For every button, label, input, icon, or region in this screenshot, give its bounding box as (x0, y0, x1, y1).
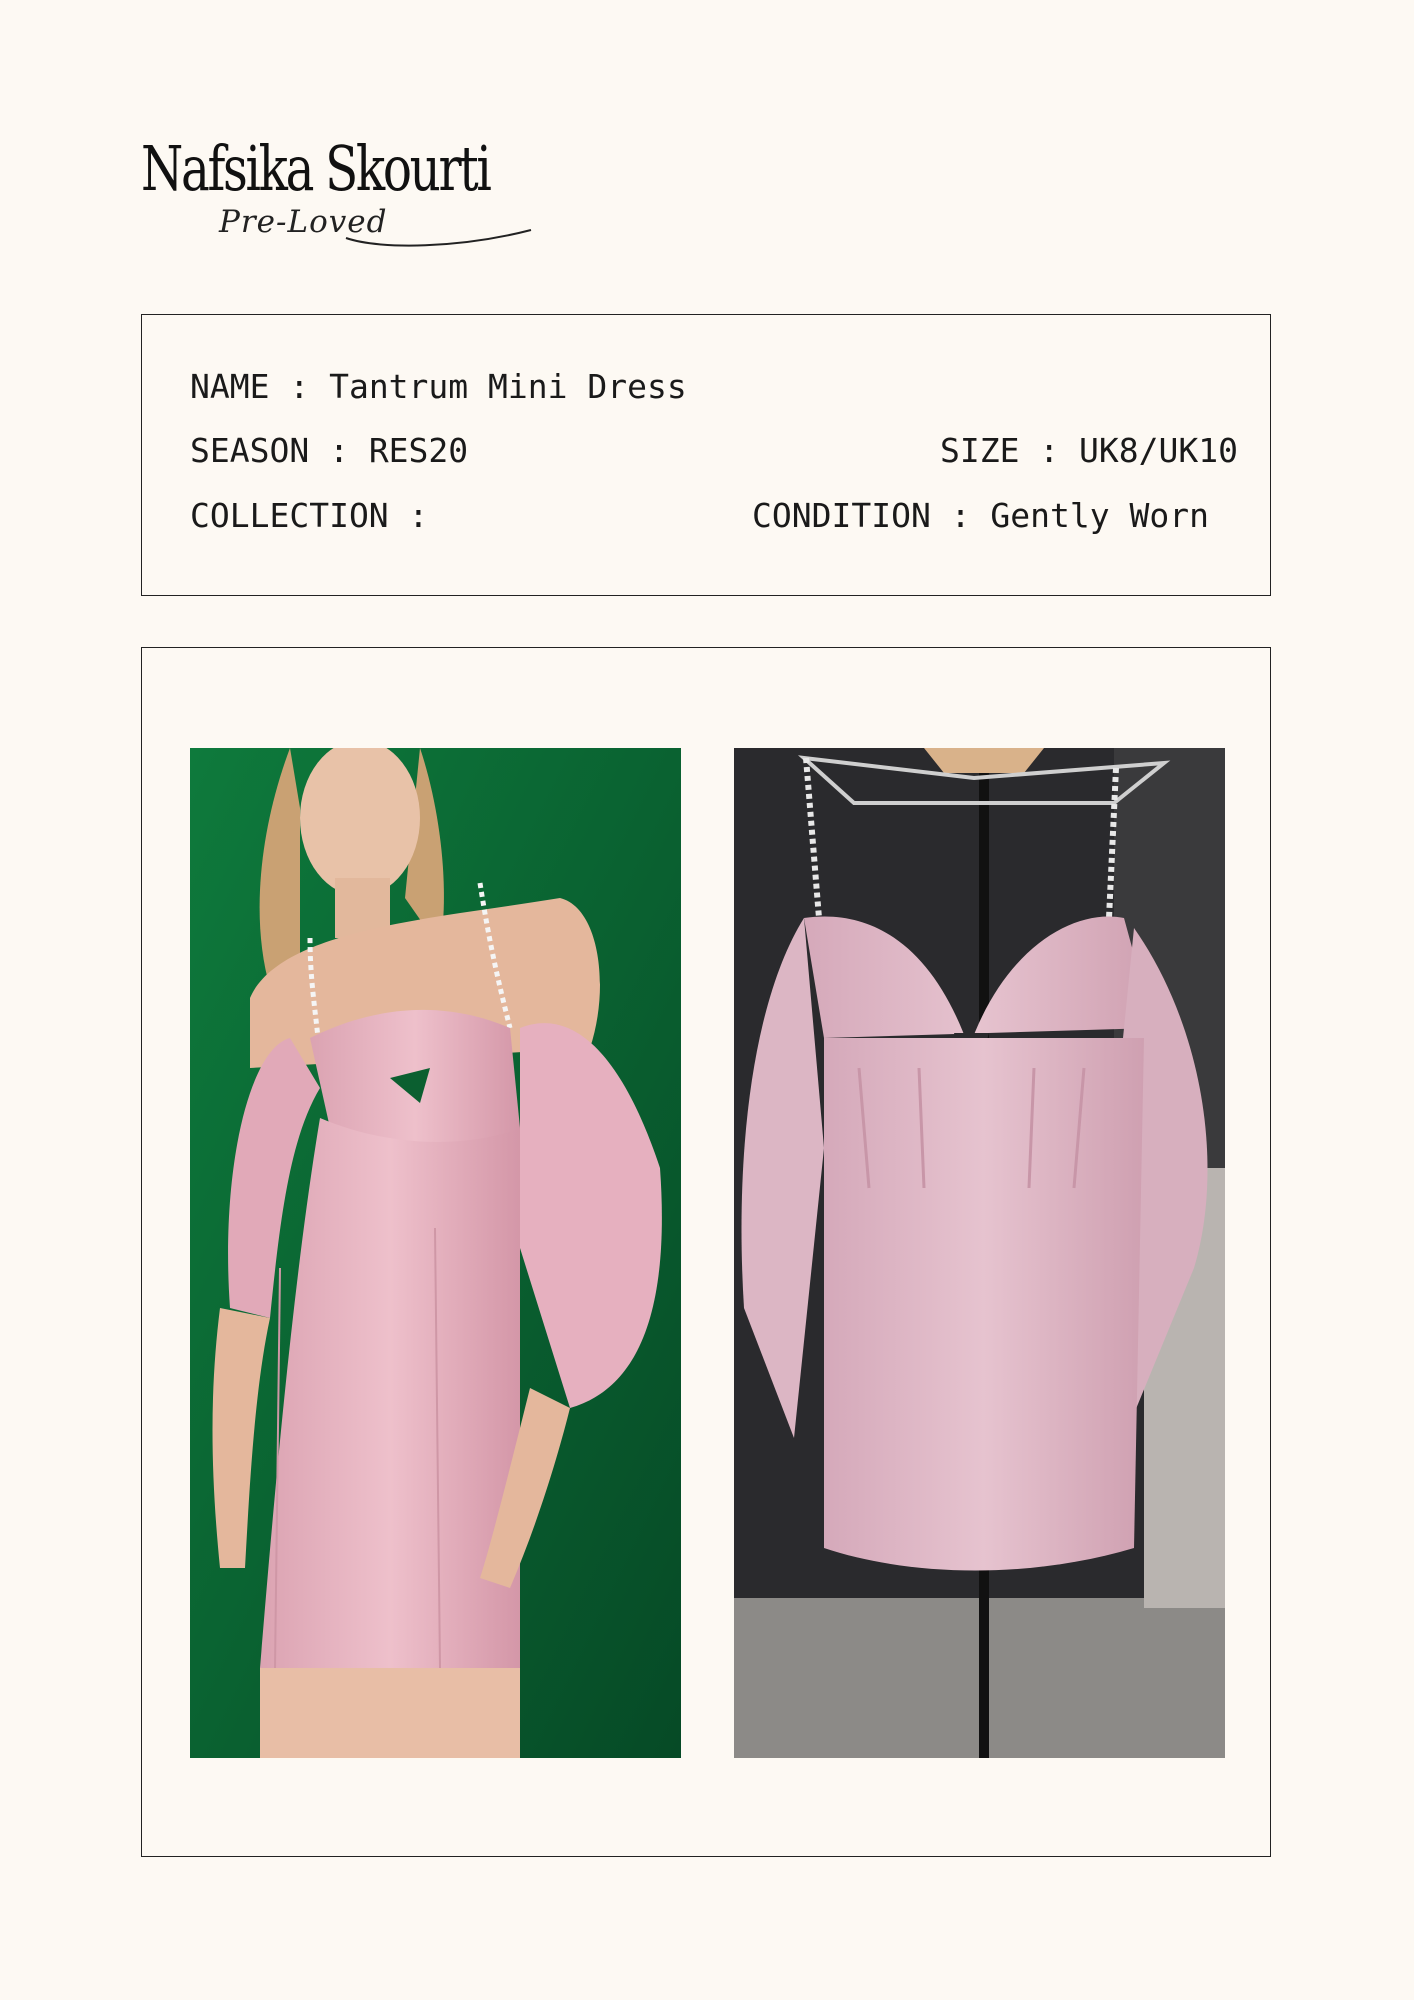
season-value: RES20 (368, 431, 469, 470)
season-label: SEASON : (190, 431, 369, 470)
size-row: SIZE : UK8/UK10 (940, 431, 1238, 470)
brand-logo: Nafsika Skourti Pre-Loved (141, 132, 532, 248)
product-info-box: NAME : Tantrum Mini Dress SEASON : RES20… (141, 314, 1271, 596)
name-label: NAME : (190, 367, 330, 406)
size-label: SIZE : (939, 431, 1080, 470)
brand-name: Nafsika Skourti (141, 132, 492, 205)
size-value: UK8/UK10 (1079, 431, 1238, 470)
collection-row: COLLECTION : (190, 496, 428, 535)
model-wearing-dress-photo (190, 748, 681, 1758)
season-row: SEASON : RES20 (190, 431, 468, 470)
photo-gallery (141, 647, 1271, 1857)
condition-label: CONDITION : (752, 496, 991, 535)
condition-value: Gently Worn (990, 496, 1209, 535)
dress-on-hanger-photo (734, 748, 1225, 1758)
collection-label: COLLECTION : (190, 496, 429, 535)
name-row: NAME : Tantrum Mini Dress (190, 367, 687, 406)
condition-row: CONDITION : Gently Worn (752, 496, 1209, 535)
product-name: Tantrum Mini Dress (329, 367, 687, 406)
tagline-swash (345, 229, 532, 247)
